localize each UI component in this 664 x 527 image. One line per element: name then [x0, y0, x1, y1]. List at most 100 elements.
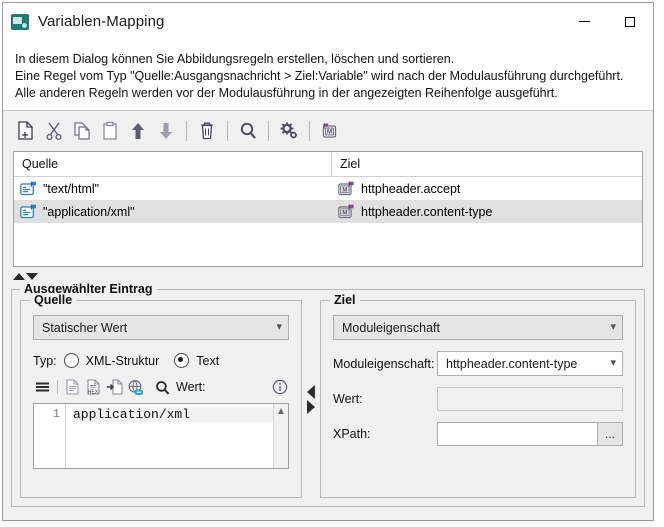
toolbar-separator-1	[186, 121, 187, 141]
module-property-icon: M	[320, 121, 340, 141]
table-row[interactable]: "text/html" M httpheader.accept	[14, 177, 642, 200]
module-property-row: Moduleigenschaft: httpheader.content-typ…	[333, 351, 623, 376]
triangle-left-icon[interactable]	[307, 385, 315, 399]
module-property-combo[interactable]: httpheader.content-type ▾	[437, 351, 623, 376]
triangle-right-icon[interactable]	[307, 400, 315, 414]
selected-entry-group: Ausgewählter Eintrag Quelle Statischer W…	[11, 289, 645, 507]
svg-text:HEX: HEX	[88, 389, 99, 395]
wrap-lines-button[interactable]	[33, 378, 52, 397]
xpath-input[interactable]: ...	[437, 422, 623, 446]
source-editor-toolbar: HEX	[33, 377, 289, 397]
source-value-editor[interactable]: 1 application/xml ▲	[33, 403, 289, 469]
move-down-icon	[157, 121, 175, 141]
import-file-icon	[106, 379, 123, 395]
editor-scrollbar[interactable]: ▲	[273, 404, 288, 468]
move-up-button[interactable]	[125, 118, 151, 144]
minimize-button[interactable]	[561, 3, 607, 40]
xpath-browse-button[interactable]: ...	[597, 423, 622, 445]
target-value-label: Wert:	[333, 392, 437, 406]
toolbar-separator-2	[227, 121, 228, 141]
row-source-cell: "application/xml"	[14, 200, 332, 223]
info-icon	[272, 379, 288, 395]
maximize-icon	[625, 17, 635, 27]
table-row[interactable]: "application/xml" M httpheader.content-t…	[14, 200, 642, 223]
horizontal-splitter[interactable]	[13, 269, 643, 283]
radio-xml-struktur-label: XML-Struktur	[86, 354, 160, 368]
url-link-button[interactable]	[126, 378, 145, 397]
search-button[interactable]	[235, 118, 261, 144]
target-value-input	[437, 387, 623, 411]
paste-icon	[101, 121, 119, 141]
chevron-down-icon: ▾	[610, 322, 616, 333]
window-title: Variablen-Mapping	[38, 13, 165, 30]
toolbar-separator-3	[268, 121, 269, 141]
mapping-rules-table[interactable]: Quelle Ziel "text/html" M	[13, 151, 643, 267]
row-source-text: "application/xml"	[43, 205, 135, 219]
find-button[interactable]	[153, 378, 172, 397]
module-property-button[interactable]: M	[317, 118, 343, 144]
source-type-label: Typ:	[33, 354, 57, 368]
hex-view-icon: HEX	[86, 379, 101, 395]
cut-icon	[45, 121, 63, 141]
chevron-down-icon: ▾	[276, 322, 282, 333]
target-value-row: Wert:	[333, 387, 623, 411]
find-icon	[155, 380, 170, 395]
import-file-button[interactable]	[105, 378, 124, 397]
row-target-cell: M httpheader.accept	[332, 177, 642, 200]
module-property-combo-value: httpheader.content-type	[446, 357, 577, 371]
variablen-mapping-dialog: Variablen-Mapping In diesem Dialog könne…	[2, 2, 654, 521]
new-rule-button[interactable]	[13, 118, 39, 144]
settings-button[interactable]	[276, 118, 302, 144]
source-type-combo-value: Statischer Wert	[42, 321, 127, 335]
info-button[interactable]	[270, 378, 289, 397]
radio-xml-struktur[interactable]	[64, 353, 79, 368]
source-type-radio-row: Typ: XML-Struktur Text	[33, 353, 289, 368]
maximize-button[interactable]	[607, 3, 653, 40]
delete-icon	[198, 121, 216, 141]
svg-text:M: M	[342, 187, 347, 193]
paste-button[interactable]	[97, 118, 123, 144]
editor-gutter: 1	[34, 404, 66, 468]
table-header-row: Quelle Ziel	[14, 152, 642, 177]
rules-toolbar: M	[3, 111, 653, 151]
chevron-up-icon[interactable]: ▲	[276, 406, 286, 468]
search-icon	[239, 121, 257, 141]
delete-button[interactable]	[194, 118, 220, 144]
source-value-label: Wert:	[176, 380, 206, 394]
editor-code-area[interactable]: application/xml	[66, 404, 273, 468]
module-property-icon: M	[338, 181, 355, 196]
row-target-text: httpheader.content-type	[361, 205, 492, 219]
xpath-row: XPath: ...	[333, 422, 623, 446]
minimize-icon	[579, 21, 590, 22]
description-line-3: Alle anderen Regeln werden vor der Modul…	[15, 85, 641, 102]
variable-mapping-icon	[11, 14, 29, 30]
radio-text[interactable]	[174, 353, 189, 368]
mini-separator	[57, 380, 58, 394]
copy-button[interactable]	[69, 118, 95, 144]
new-rule-icon	[17, 121, 35, 141]
triangle-up-icon[interactable]	[13, 273, 25, 280]
hex-view-button[interactable]: HEX	[84, 378, 103, 397]
plain-text-view-button[interactable]	[63, 378, 82, 397]
row-source-cell: "text/html"	[14, 177, 332, 200]
column-header-ziel[interactable]: Ziel	[332, 152, 642, 176]
source-legend: Quelle	[30, 293, 76, 307]
target-type-combo-value: Moduleigenschaft	[342, 321, 440, 335]
vertical-splitter[interactable]	[302, 300, 320, 498]
description-line-1: In diesem Dialog können Sie Abbildungsre…	[15, 51, 641, 68]
move-up-icon	[129, 121, 147, 141]
static-value-icon	[20, 181, 37, 196]
triangle-down-icon[interactable]	[26, 273, 38, 280]
cut-button[interactable]	[41, 118, 67, 144]
module-property-icon: M	[338, 204, 355, 219]
source-type-combo[interactable]: Statischer Wert ▾	[33, 315, 289, 340]
row-target-cell: M httpheader.content-type	[332, 200, 642, 223]
settings-icon	[279, 121, 299, 141]
target-type-combo[interactable]: Moduleigenschaft ▾	[333, 315, 623, 340]
static-value-icon	[20, 204, 37, 219]
plain-text-icon	[65, 379, 80, 395]
module-property-label: Moduleigenschaft:	[333, 357, 437, 371]
column-header-quelle[interactable]: Quelle	[14, 152, 332, 176]
row-target-text: httpheader.accept	[361, 182, 460, 196]
move-down-button[interactable]	[153, 118, 179, 144]
